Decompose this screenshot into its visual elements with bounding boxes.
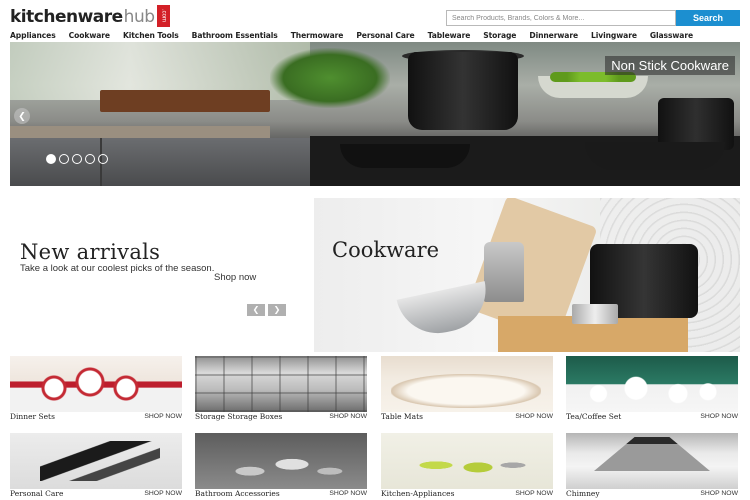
shop-now-link[interactable]: SHOP NOW [329,489,367,499]
product-image-storage-boxes[interactable] [195,356,367,412]
nav-item-storage[interactable]: Storage [483,29,516,42]
nav-item-cookware[interactable]: Cookware [69,29,110,42]
product-name: Bathroom Accessories [195,489,280,498]
hero-caption: Non Stick Cookware [605,56,735,75]
product-name: Storage Storage Boxes [195,412,283,421]
product-tile[interactable]: Storage Storage Boxes SHOP NOW [195,356,367,422]
shop-now-link[interactable]: Shop now [214,272,256,283]
shop-now-link[interactable]: SHOP NOW [700,489,738,499]
shop-now-link[interactable]: SHOP NOW [700,412,738,422]
product-tile[interactable]: Dinner Sets SHOP NOW [10,356,182,422]
banner-measuring-cup [572,304,618,324]
new-arrivals-subtitle: Take a look at our coolest picks of the … [20,263,215,274]
hero-counter [10,126,270,138]
search-button[interactable]: Search [676,10,740,26]
nav-item-tableware[interactable]: Tableware [428,29,471,42]
search-input[interactable] [446,10,676,26]
logo-word: kitchenware [10,7,123,27]
hero-cutting-board [100,90,270,112]
product-image-chimney[interactable] [566,433,738,489]
promo-next-arrow-icon[interactable]: ❯ [268,304,286,316]
hero-pan [340,144,470,168]
product-tile[interactable]: Kitchen-Appliances SHOP NOW [381,433,553,499]
cookware-banner-title: Cookware [332,238,440,262]
nav-item-dinnerware[interactable]: Dinnerware [529,29,578,42]
product-image-dinner-sets[interactable] [10,356,182,412]
nav-item-bathroom-essentials[interactable]: Bathroom Essentials [192,29,278,42]
hero-pot [408,52,518,130]
product-image-table-mats[interactable] [381,356,553,412]
new-arrivals-panel: New arrivals Take a look at our coolest … [10,198,310,352]
cookware-banner[interactable]: Cookware [314,198,740,352]
product-name: Personal Care [10,489,64,498]
hero-dot-3[interactable] [72,154,82,164]
promo-prev-arrow-icon[interactable]: ❮ [247,304,265,316]
product-tile[interactable]: Tea/Coffee Set SHOP NOW [566,356,738,422]
hero-plant [270,48,390,108]
product-name: Chimney [566,489,600,498]
site-header: kitchenware hub .com Search [0,0,750,30]
category-nav: Appliances Cookware Kitchen Tools Bathro… [0,29,750,42]
product-image-kitchen-appliances[interactable] [381,433,553,489]
hero-slide-dots [46,154,111,164]
site-logo[interactable]: kitchenware hub .com [10,5,170,27]
hero-dot-5[interactable] [98,154,108,164]
hero-dot-1[interactable] [46,154,56,164]
hero-prev-arrow-icon[interactable]: ❮ [14,108,30,124]
product-tile[interactable]: Chimney SHOP NOW [566,433,738,499]
logo-hub: hub [123,7,155,27]
product-name: Dinner Sets [10,412,55,421]
product-image-personal-care[interactable] [10,433,182,489]
hero-dot-4[interactable] [85,154,95,164]
hero-pan-right [585,142,725,170]
product-image-tea-coffee-set[interactable] [566,356,738,412]
hero-dot-2[interactable] [59,154,69,164]
nav-item-livingware[interactable]: Livingware [591,29,637,42]
nav-item-appliances[interactable]: Appliances [10,29,56,42]
shop-now-link[interactable]: SHOP NOW [144,412,182,422]
product-image-bathroom-accessories[interactable] [195,433,367,489]
shop-now-link[interactable]: SHOP NOW [329,412,367,422]
banner-grater [484,242,524,302]
product-tile[interactable]: Table Mats SHOP NOW [381,356,553,422]
nav-item-thermoware[interactable]: Thermoware [291,29,344,42]
product-name: Tea/Coffee Set [566,412,622,421]
promo-arrows: ❮ ❯ [247,304,289,316]
banner-colander [396,281,494,341]
nav-item-glassware[interactable]: Glassware [650,29,693,42]
product-tile[interactable]: Bathroom Accessories SHOP NOW [195,433,367,499]
shop-now-link[interactable]: SHOP NOW [515,489,553,499]
nav-item-kitchen-tools[interactable]: Kitchen Tools [123,29,179,42]
nav-item-personal-care[interactable]: Personal Care [356,29,414,42]
shop-now-link[interactable]: SHOP NOW [144,489,182,499]
product-name: Table Mats [381,412,423,421]
product-tile[interactable]: Personal Care SHOP NOW [10,433,182,499]
hero-slider[interactable]: Non Stick Cookware ❮ [10,42,740,186]
shop-now-link[interactable]: SHOP NOW [515,412,553,422]
logo-badge: .com [156,5,170,27]
product-name: Kitchen-Appliances [381,489,455,498]
search-bar: Search [446,10,740,26]
new-arrivals-title: New arrivals [20,240,161,264]
